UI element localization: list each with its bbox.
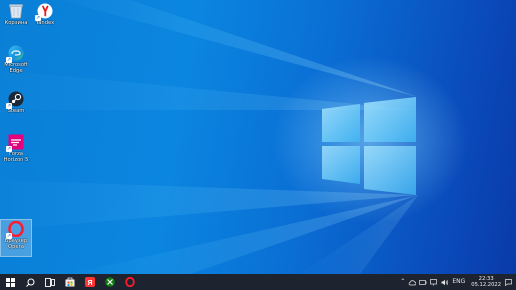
store-icon	[65, 277, 75, 287]
wallpaper-light-beams	[0, 0, 418, 274]
network-icon[interactable]	[430, 278, 438, 286]
desktop-icon-label: Yandex	[35, 20, 55, 26]
shortcut-arrow-icon: ↗	[35, 15, 41, 21]
language-indicator[interactable]: ENG	[452, 274, 465, 290]
desktop-icon-label: Браузер Opera	[4, 238, 28, 250]
yandex-browser-icon: Я	[85, 277, 95, 287]
edge-icon: ↗	[6, 44, 25, 63]
desktop-icon-label: Steam	[7, 108, 25, 114]
search-button[interactable]	[20, 274, 40, 290]
desktop-icon-opera[interactable]: ↗ Браузер Opera	[0, 219, 32, 257]
task-view-button[interactable]	[40, 274, 60, 290]
yandex-browser-icon: ↗	[35, 2, 54, 21]
system-tray: ⌃ ENG 22:33 05.12.2022	[400, 274, 512, 290]
task-view-icon	[45, 277, 55, 287]
desktop-icon-edge[interactable]: ↗ Microsoft Edge	[1, 44, 31, 75]
recycle-bin-icon	[7, 2, 25, 20]
shortcut-arrow-icon: ↗	[6, 57, 12, 63]
clock-date: 05.12.2022	[471, 282, 501, 288]
start-icon	[5, 277, 15, 287]
desktop-icon-forza-horizon[interactable]: ↗ Forza Horizon 5	[1, 133, 31, 164]
volume-icon[interactable]	[441, 279, 449, 286]
start-button[interactable]	[0, 274, 20, 290]
forza-horizon-icon: ↗	[6, 133, 25, 152]
taskbar-xbox[interactable]	[100, 274, 120, 290]
notification-button[interactable]	[504, 274, 512, 290]
desktop-icon-recycle-bin[interactable]: Корзина	[1, 2, 31, 27]
shortcut-arrow-icon: ↗	[6, 103, 12, 109]
desktop-icon-label: Корзина	[4, 20, 28, 26]
windows-logo-wallpaper	[322, 97, 416, 195]
cloud-icon[interactable]	[408, 279, 417, 286]
desktop-icon-yandex[interactable]: ↗ Yandex	[30, 2, 60, 27]
clock[interactable]: 22:33 05.12.2022	[471, 276, 501, 288]
desktop: Корзина ↗ Yandex ↗ Microsoft Edge ↗ Stea…	[0, 0, 516, 274]
battery-icon[interactable]	[419, 279, 427, 286]
desktop-icon-label: Forza Horizon 5	[3, 151, 29, 163]
steam-icon: ↗	[6, 90, 25, 109]
shortcut-arrow-icon: ↗	[6, 233, 12, 239]
shortcut-arrow-icon: ↗	[6, 146, 12, 152]
notification-icon	[504, 278, 512, 286]
taskbar-store[interactable]	[60, 274, 80, 290]
svg-text:Я: Я	[87, 280, 92, 287]
taskbar-yandex-browser[interactable]: Я	[80, 274, 100, 290]
opera-icon	[125, 277, 135, 287]
desktop-icon-steam[interactable]: ↗ Steam	[1, 90, 31, 115]
search-icon	[25, 278, 34, 287]
taskbar: Я ⌃ ENG 22:33 05.12.2022	[0, 274, 516, 290]
tray-overflow-chevron-icon[interactable]: ⌃	[400, 274, 405, 290]
opera-icon: ↗	[6, 220, 25, 239]
taskbar-opera[interactable]	[120, 274, 140, 290]
xbox-icon	[105, 277, 115, 287]
desktop-icon-label: Microsoft Edge	[4, 62, 28, 74]
